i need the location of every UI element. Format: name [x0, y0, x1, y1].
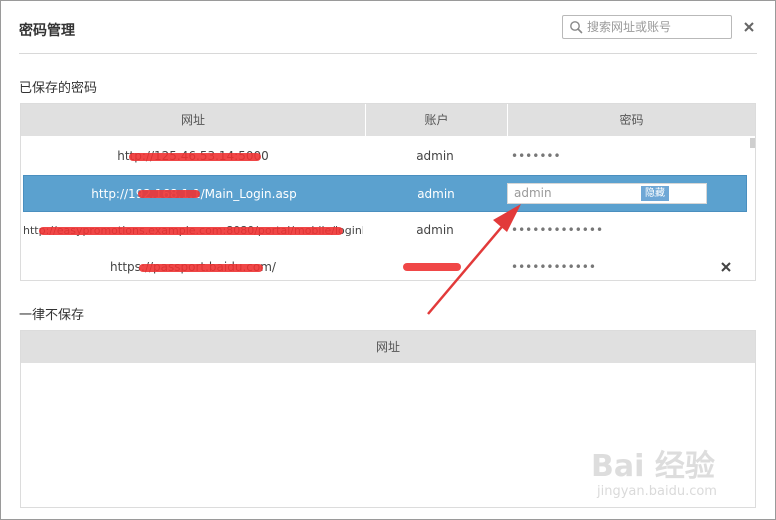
- redaction-mark: [39, 227, 343, 235]
- column-header-url[interactable]: 网址: [21, 104, 365, 136]
- search-icon: [570, 21, 583, 34]
- column-header-password[interactable]: 密码: [508, 104, 755, 136]
- saved-passwords-table: 网址 账户 密码 http://125.46.53.14:5000 admin …: [20, 103, 756, 281]
- redaction-mark: [138, 190, 200, 198]
- dialog-title: 密码管理: [19, 23, 75, 39]
- row-password-masked: ••••••••••••: [511, 260, 596, 274]
- row-account: admin: [416, 149, 454, 163]
- scrollbar-thumb[interactable]: [750, 138, 755, 148]
- baidu-watermark: Bai 经验: [591, 449, 715, 484]
- delete-entry-icon[interactable]: [720, 261, 732, 273]
- search-box[interactable]: [562, 15, 732, 39]
- search-input[interactable]: [587, 17, 727, 37]
- row-password-masked: •••••••: [511, 149, 561, 163]
- redaction-mark: [139, 264, 263, 272]
- table-row[interactable]: http://easypromotions.example.com:8080/p…: [23, 212, 747, 249]
- password-manager-dialog: 密码管理 已保存的密码 网址 账户 密码 http://125.46.53.14…: [0, 0, 776, 520]
- annotation-arrow-icon: [427, 204, 521, 315]
- table-row-selected[interactable]: http://192.168.1.1/Main_Login.asp admin …: [23, 175, 747, 212]
- table-row[interactable]: https://passport.baidu.com/ ••••••••••••: [23, 249, 747, 286]
- never-save-label: 一律不保存: [19, 308, 85, 323]
- dialog-header: 密码管理: [1, 1, 775, 53]
- hide-password-button[interactable]: 隐藏: [641, 186, 669, 201]
- watermark-site: jingyan.baidu.com: [597, 484, 717, 499]
- close-icon[interactable]: [741, 19, 757, 35]
- header-divider: [19, 53, 757, 54]
- row-password-masked: •••••••••••••: [511, 223, 604, 237]
- column-header-url[interactable]: 网址: [21, 331, 755, 363]
- password-reveal-field[interactable]: admin 隐藏: [507, 183, 707, 204]
- redaction-mark: [129, 153, 261, 161]
- table-row[interactable]: http://125.46.53.14:5000 admin •••••••: [23, 138, 747, 175]
- column-header-account[interactable]: 账户: [366, 104, 507, 136]
- saved-passwords-label: 已保存的密码: [19, 81, 98, 96]
- saved-table-header: 网址 账户 密码: [21, 104, 755, 136]
- never-save-table-header: 网址: [21, 331, 755, 363]
